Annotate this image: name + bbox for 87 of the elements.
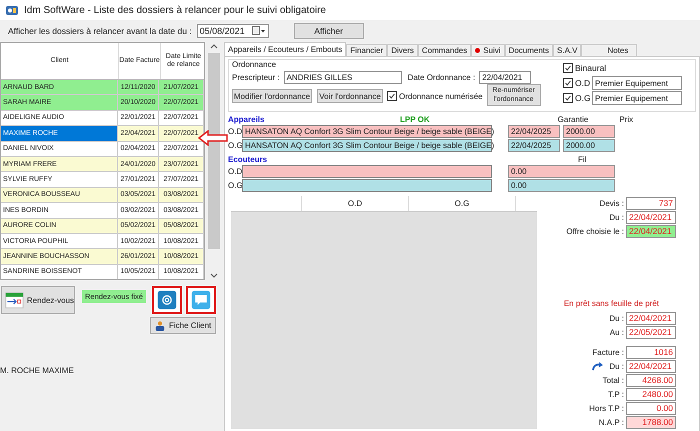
group-title: Ordonnance [232, 60, 278, 69]
column-label: Fil [578, 155, 586, 164]
tab[interactable]: Financier [346, 44, 388, 56]
value-field: 2480.00 [626, 388, 676, 400]
checkbox[interactable] [563, 93, 573, 103]
section-title: Appareils [228, 115, 266, 124]
value-field: 22/04/2021 [626, 360, 676, 372]
checkbox[interactable] [387, 91, 397, 101]
sms-button[interactable] [186, 286, 216, 314]
checkbox-label: Ordonnance numérisée [399, 92, 483, 100]
value-field: 737 [626, 196, 676, 210]
field-label: Du : [609, 362, 624, 370]
section-title: Ecouteurs [228, 155, 268, 164]
scroll-down-icon[interactable] [210, 273, 218, 278]
side-label: O.G [228, 180, 242, 190]
column-label: Garantie [558, 115, 588, 124]
tab[interactable]: Notes [581, 44, 638, 56]
warranty-field[interactable]: 22/04/2025 [508, 124, 560, 138]
checkbox-label: O.D [575, 78, 590, 88]
field-label: N.A.P : [598, 418, 624, 426]
tab[interactable]: Commandes [418, 44, 472, 56]
field-label: Date Ordonnance : [408, 73, 476, 82]
wire-field[interactable]: 0.00 [508, 164, 615, 178]
field-label: T.P : [608, 390, 624, 398]
calendar-icon [5, 290, 24, 310]
checkbox-label: Binaural [575, 63, 606, 73]
field-label: Facture : [592, 348, 624, 356]
side-label: O.D [228, 126, 242, 136]
side-label: O.D [228, 166, 242, 176]
value-field: 1788.00 [626, 416, 676, 428]
checkbox-label: O.G [575, 93, 590, 103]
date-filter-label: Afficher les dossiers à relancer avant la date du : [8, 26, 192, 36]
warranty-field[interactable]: 22/04/2025 [508, 138, 560, 152]
field-label: Total : [602, 376, 624, 384]
field-label: Du : [609, 212, 624, 222]
side-label: O.G [228, 140, 242, 150]
date-field[interactable]: 22/04/2021 [479, 71, 532, 84]
tab[interactable]: Documents [504, 44, 554, 56]
device-field[interactable]: HANSATON AQ Confort 3G Slim Contour Beige / beige sable (BEIGE) [242, 124, 492, 138]
device-field[interactable]: HANSATON AQ Confort 3G Slim Contour Beige / beige sable (BEIGE) [242, 138, 492, 152]
receiver-field[interactable] [242, 164, 492, 178]
redo-icon[interactable] [592, 362, 604, 370]
prescriber-field[interactable]: ANDRIES GILLES [284, 71, 402, 84]
wire-field[interactable]: 0.00 [508, 178, 615, 192]
client-file-button[interactable]: Fiche Client [150, 317, 216, 334]
edit-prescription-button[interactable]: Modifier l'ordonnance [232, 89, 312, 103]
value-field: 22/05/2021 [626, 326, 676, 338]
field-label: Du : [609, 314, 624, 322]
client-name: M. ROCHE MAXIME [0, 366, 75, 375]
date-field[interactable]: 05/08/2021 [196, 24, 269, 38]
value-field: 1016 [626, 346, 676, 358]
tab[interactable]: Suivi [471, 44, 505, 56]
loan-note: En prêt sans feuille de prêt [564, 299, 659, 310]
app-logo-icon [5, 4, 19, 16]
value-field: 0.00 [626, 402, 676, 414]
column-label: Prix [619, 115, 634, 124]
person-icon [154, 320, 166, 330]
tab[interactable]: S.A.V [553, 44, 582, 56]
field-label: Au : [610, 328, 624, 336]
field-label: Offre choisie le : [566, 226, 624, 236]
checkbox[interactable] [563, 78, 573, 88]
equipment-field[interactable]: Premier Equipement [592, 76, 682, 90]
appointment-button[interactable]: Rendez-vous [1, 286, 75, 314]
value-field: 22/04/2021 [626, 210, 676, 224]
column-header: O.G [409, 196, 516, 211]
show-button[interactable]: Afficher [294, 23, 364, 39]
scroll-up-icon[interactable] [210, 44, 218, 49]
window-title: Idm SoftWare - Liste des dossiers à relancer pour le suivi obligatoire [24, 4, 326, 16]
price-field[interactable]: 2000.00 [563, 124, 615, 138]
tab[interactable]: Divers [387, 44, 418, 56]
value-field: 4268.00 [626, 374, 676, 386]
checkbox[interactable] [563, 63, 573, 73]
price-field[interactable]: 2000.00 [563, 138, 615, 152]
field-label: Devis : [600, 198, 624, 208]
value-field: 22/04/2021 [626, 224, 676, 238]
view-prescription-button[interactable]: Voir l'ordonnance [317, 89, 383, 103]
column-header: O.D [302, 196, 409, 211]
field-label: Prescripteur : [232, 73, 280, 82]
calendar-dropdown-icon[interactable] [252, 26, 266, 36]
receiver-field[interactable] [242, 178, 492, 192]
equipment-field[interactable]: Premier Equipement [592, 91, 682, 105]
lpp-status: LPP OK [400, 115, 430, 124]
field-label: Hors T.P : [589, 404, 624, 412]
value-field: 22/04/2021 [626, 312, 676, 324]
email-button[interactable] [152, 286, 182, 314]
tab[interactable]: Appareils / Ecouteurs / Embouts [224, 42, 346, 56]
scrollbar[interactable] [207, 42, 221, 280]
